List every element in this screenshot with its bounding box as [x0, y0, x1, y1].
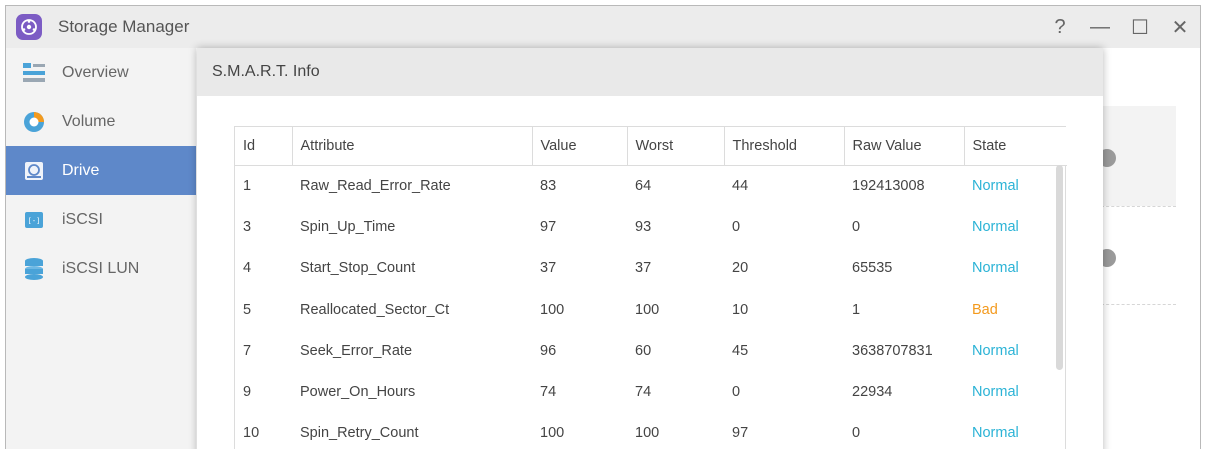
cell-threshold: 20	[732, 260, 749, 277]
cell-raw-value: 1	[852, 301, 861, 318]
table-row[interactable]: 1 Raw_Read_Error_Rate 83 64 44 192413008…	[235, 165, 1067, 206]
window-controls: ? — ☐ ✕	[1040, 6, 1200, 48]
overview-icon	[22, 61, 46, 85]
sidebar-item-label: Drive	[62, 161, 100, 179]
sidebar-item-label: iSCSI LUN	[62, 259, 140, 277]
close-button[interactable]: ✕	[1160, 6, 1200, 48]
cell-state: Normal	[972, 177, 1019, 194]
cell-value: 100	[540, 425, 565, 442]
cell-worst: 93	[635, 218, 652, 235]
sidebar-item-iscsi[interactable]: [-] iSCSI	[6, 195, 196, 244]
sidebar-item-iscsi-lun[interactable]: iSCSI LUN	[6, 244, 196, 293]
cell-id: 10	[243, 425, 260, 442]
volume-pie-icon	[22, 110, 46, 134]
cell-raw-value: 22934	[852, 384, 893, 401]
iscsi-lun-icon	[22, 257, 46, 281]
table-row[interactable]: 10 Spin_Retry_Count 100 100 97 0 Normal	[235, 413, 1067, 449]
cell-attribute: Power_On_Hours	[300, 384, 416, 401]
cell-id: 3	[243, 218, 252, 235]
cell-value: 37	[540, 260, 557, 277]
divider	[1101, 206, 1176, 207]
sidebar-item-volume[interactable]: Volume	[6, 97, 196, 146]
storage-manager-window: Storage Manager ? — ☐ ✕ Overview Volume …	[5, 5, 1201, 449]
cell-state: Normal	[972, 218, 1019, 235]
table-row[interactable]: 9 Power_On_Hours 74 74 0 22934 Normal	[235, 371, 1067, 412]
app-title: Storage Manager	[58, 17, 190, 36]
table-row[interactable]: 7 Seek_Error_Rate 96 60 45 3638707831 No…	[235, 330, 1067, 371]
cell-threshold: 97	[732, 425, 749, 442]
cell-attribute: Raw_Read_Error_Rate	[300, 177, 451, 194]
cell-state: Normal	[972, 342, 1019, 359]
cell-attribute: Seek_Error_Rate	[300, 342, 413, 359]
column-header-raw-value[interactable]: Raw Value	[844, 127, 965, 166]
cell-id: 5	[243, 301, 252, 318]
cell-worst: 37	[635, 260, 652, 277]
maximize-button[interactable]: ☐	[1120, 6, 1160, 48]
sidebar-item-overview[interactable]: Overview	[6, 48, 196, 97]
column-header-threshold[interactable]: Threshold	[724, 127, 845, 166]
svg-text:[-]: [-]	[28, 217, 41, 225]
table-row[interactable]: 5 Reallocated_Sector_Ct 100 100 10 1 Bad	[235, 289, 1067, 330]
dialog-title: S.M.A.R.T. Info	[197, 48, 1103, 96]
table-row[interactable]: 4 Start_Stop_Count 37 37 20 65535 Normal	[235, 248, 1067, 289]
cell-raw-value: 3638707831	[852, 342, 933, 359]
cell-threshold: 44	[732, 177, 749, 194]
sidebar: Overview Volume Drive [-] iSCSI iSCSI LU…	[6, 48, 196, 449]
drive-icon	[22, 159, 46, 183]
cell-id: 1	[243, 177, 252, 194]
cell-threshold: 45	[732, 342, 749, 359]
cell-attribute: Spin_Retry_Count	[300, 425, 419, 442]
table-scrollbar[interactable]	[1056, 165, 1063, 370]
cell-state: Normal	[972, 260, 1019, 277]
title-bar: Storage Manager ? — ☐ ✕	[6, 6, 1200, 48]
sidebar-item-label: Overview	[62, 63, 129, 81]
cell-state: Bad	[972, 301, 998, 318]
iscsi-icon: [-]	[22, 208, 46, 232]
cell-threshold: 0	[732, 218, 741, 235]
divider	[1101, 304, 1176, 305]
cell-attribute: Reallocated_Sector_Ct	[300, 301, 450, 318]
minimize-button[interactable]: —	[1080, 6, 1120, 48]
cell-value: 96	[540, 342, 557, 359]
cell-state: Normal	[972, 425, 1019, 442]
column-header-state[interactable]: State	[964, 127, 1067, 166]
sidebar-item-drive[interactable]: Drive	[6, 146, 196, 195]
cell-raw-value: 192413008	[852, 177, 925, 194]
column-header-id[interactable]: Id	[235, 127, 293, 166]
cell-worst: 74	[635, 384, 652, 401]
cell-raw-value: 0	[852, 218, 861, 235]
smart-table-container: Id Attribute Value Worst Threshold Raw V…	[234, 126, 1067, 449]
cell-raw-value: 65535	[852, 260, 893, 277]
cell-id: 7	[243, 342, 252, 359]
table-header-row: Id Attribute Value Worst Threshold Raw V…	[235, 127, 1067, 166]
cell-threshold: 0	[732, 384, 741, 401]
cell-value: 100	[540, 301, 565, 318]
cell-worst: 60	[635, 342, 652, 359]
column-header-worst[interactable]: Worst	[627, 127, 725, 166]
cell-id: 9	[243, 384, 252, 401]
cell-state: Normal	[972, 384, 1019, 401]
app-logo-icon	[16, 14, 42, 40]
sidebar-item-label: Volume	[62, 112, 116, 130]
help-button[interactable]: ?	[1040, 6, 1080, 48]
table-row[interactable]: 3 Spin_Up_Time 97 93 0 0 Normal	[235, 206, 1067, 247]
cell-value: 74	[540, 384, 557, 401]
cell-id: 4	[243, 260, 252, 277]
smart-table: Id Attribute Value Worst Threshold Raw V…	[235, 127, 1067, 449]
sidebar-item-label: iSCSI	[62, 210, 103, 228]
cell-value: 83	[540, 177, 557, 194]
column-header-value[interactable]: Value	[532, 127, 628, 166]
cell-worst: 64	[635, 177, 652, 194]
cell-attribute: Start_Stop_Count	[300, 260, 416, 277]
cell-worst: 100	[635, 301, 660, 318]
cell-threshold: 10	[732, 301, 749, 318]
cell-raw-value: 0	[852, 425, 861, 442]
cell-attribute: Spin_Up_Time	[300, 218, 396, 235]
smart-info-dialog: S.M.A.R.T. Info Id Attribute Value Worst…	[197, 48, 1103, 449]
cell-worst: 100	[635, 425, 660, 442]
cell-value: 97	[540, 218, 557, 235]
column-header-attribute[interactable]: Attribute	[292, 127, 533, 166]
